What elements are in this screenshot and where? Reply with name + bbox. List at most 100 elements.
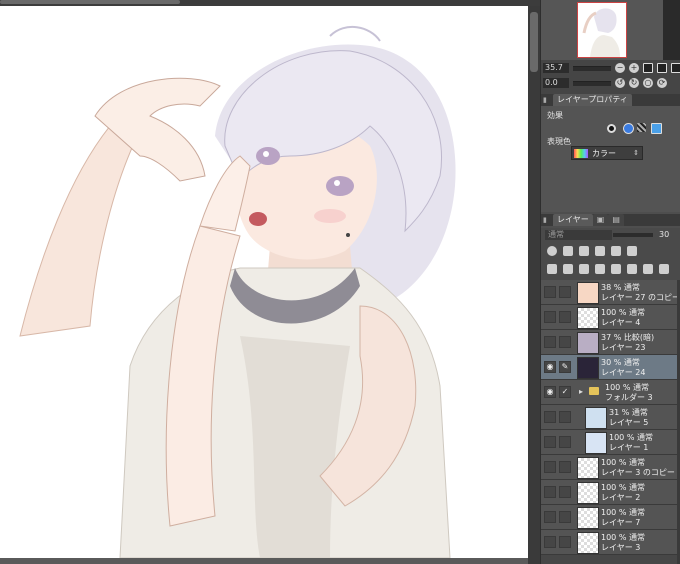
edit-lock-icon[interactable] xyxy=(559,511,571,523)
new-folder-icon[interactable] xyxy=(579,264,589,274)
folder-icon xyxy=(589,387,599,395)
draft-icon[interactable] xyxy=(627,246,637,256)
layer-list: 38 % 通常 レイヤー 27 のコピー 100 % 通常 レイヤー 4 37 … xyxy=(541,280,680,564)
new-raster-layer-icon[interactable] xyxy=(547,264,557,274)
tab-other-2[interactable]: ▤ xyxy=(608,214,624,226)
layer-toolbar: 通常 30 xyxy=(541,228,680,280)
effect-tone-icon[interactable] xyxy=(637,123,646,132)
reference-icon[interactable] xyxy=(579,246,589,256)
navigator-thumbnail[interactable] xyxy=(577,2,627,58)
lock-icon[interactable] xyxy=(595,246,605,256)
rotate-right-icon[interactable]: ↻ xyxy=(629,78,639,88)
new-vector-layer-icon[interactable] xyxy=(563,264,573,274)
layer-row[interactable]: 100 % 通常 レイヤー 3 のコピー 2 xyxy=(541,455,680,480)
edit-lock-icon[interactable] xyxy=(559,311,571,323)
navigator-preview-image xyxy=(578,3,626,57)
edit-lock-icon[interactable] xyxy=(559,436,571,448)
layer-name: レイヤー 3 xyxy=(601,543,641,552)
artwork-canvas[interactable] xyxy=(0,6,528,558)
visibility-toggle-icon[interactable] xyxy=(544,286,556,298)
clip-icon[interactable] xyxy=(563,246,573,256)
opacity-slider[interactable] xyxy=(613,233,653,237)
expression-color-dropdown[interactable]: カラー ⇕ xyxy=(571,146,643,160)
mask-icon[interactable] xyxy=(547,246,557,256)
layer-name: レイヤー 24 xyxy=(601,368,646,377)
effect-label: 効果 xyxy=(547,111,563,120)
reset-rotation-icon[interactable]: ○ xyxy=(643,78,653,88)
layer-row[interactable]: 100 % 通常 レイヤー 2 xyxy=(541,480,680,505)
layer-row-selected[interactable]: ◉ ✎ 30 % 通常 レイヤー 24 xyxy=(541,355,680,380)
edit-lock-icon[interactable] xyxy=(559,536,571,548)
layer-name: レイヤー 3 のコピー 2 xyxy=(601,468,680,477)
fit-window-icon[interactable] xyxy=(643,63,653,73)
layer-row[interactable]: 100 % 通常 レイヤー 4 xyxy=(541,305,680,330)
zoom-value[interactable]: 35.7 xyxy=(543,63,569,73)
folder-row[interactable]: ◉ ✓ ▸ 100 % 通常 フォルダー 3 xyxy=(541,380,680,405)
layer-property-panel: 効果 表現色 カラー ⇕ xyxy=(541,106,680,212)
effect-color-icon[interactable] xyxy=(623,123,634,134)
edit-lock-icon[interactable] xyxy=(559,461,571,473)
mask-apply-icon[interactable] xyxy=(643,264,653,274)
folder-expand-icon[interactable]: ▸ xyxy=(579,387,583,396)
layer-row[interactable]: 100 % 通常 レイヤー 1 xyxy=(541,430,680,455)
panel-grip-icon[interactable]: ▮ xyxy=(543,216,551,224)
zoom-out-icon[interactable]: − xyxy=(615,63,625,73)
flip-horizontal-icon[interactable] xyxy=(657,63,667,73)
edit-lock-icon[interactable] xyxy=(559,411,571,423)
visibility-toggle-icon[interactable]: ◉ xyxy=(544,361,556,373)
layer-row[interactable]: 31 % 通常 レイヤー 5 xyxy=(541,405,680,430)
layer-row[interactable]: 100 % 通常 レイヤー 3 xyxy=(541,530,680,555)
layer-thumbnail xyxy=(577,507,599,529)
color-swatch-icon xyxy=(574,148,588,158)
edit-lock-icon[interactable] xyxy=(559,486,571,498)
blend-mode-dropdown[interactable]: 通常 xyxy=(545,230,612,240)
right-panel-dock: 35.7 − + 0.0 ↺ ↻ ○ ⟳ ▮ レイヤープロパティ 効果 表現色 xyxy=(540,0,680,564)
effect-layer-color-icon[interactable] xyxy=(651,123,662,134)
opacity-value[interactable]: 30 xyxy=(659,230,669,239)
edit-lock-icon[interactable] xyxy=(559,336,571,348)
lock-transparent-icon[interactable] xyxy=(611,246,621,256)
edit-lock-icon[interactable]: ✓ xyxy=(559,386,571,398)
edit-lock-icon[interactable]: ✎ xyxy=(559,361,571,373)
transfer-icon[interactable] xyxy=(595,264,605,274)
visibility-toggle-icon[interactable] xyxy=(544,461,556,473)
combine-icon[interactable] xyxy=(611,264,621,274)
layer-thumbnail xyxy=(577,307,599,329)
layer-thumbnail xyxy=(577,457,599,479)
horizontal-scroll-thumb[interactable] xyxy=(0,0,180,4)
layer-row[interactable]: 38 % 通常 レイヤー 27 のコピー xyxy=(541,280,680,305)
canvas-area[interactable] xyxy=(0,0,540,564)
rotate-left-icon[interactable]: ↺ xyxy=(615,78,625,88)
zoom-in-icon[interactable]: + xyxy=(629,63,639,73)
visibility-toggle-icon[interactable] xyxy=(544,336,556,348)
mask-add-icon[interactable] xyxy=(627,264,637,274)
tab-other-1[interactable]: ▣ xyxy=(592,214,609,226)
layer-name: レイヤー 5 xyxy=(609,418,649,427)
rotation-value[interactable]: 0.0 xyxy=(543,78,569,88)
tab-layer[interactable]: レイヤー xyxy=(553,214,593,226)
edit-lock-icon[interactable] xyxy=(559,286,571,298)
reset-view-icon[interactable]: ⟳ xyxy=(657,78,667,88)
effect-border-icon[interactable] xyxy=(607,124,616,133)
layer-thumbnail xyxy=(577,332,599,354)
visibility-toggle-icon[interactable] xyxy=(544,436,556,448)
tab-layer-property[interactable]: レイヤープロパティ xyxy=(553,94,632,106)
visibility-toggle-icon[interactable]: ◉ xyxy=(544,386,556,398)
layer-name: レイヤー 1 xyxy=(609,443,649,452)
visibility-toggle-icon[interactable] xyxy=(544,486,556,498)
visibility-toggle-icon[interactable] xyxy=(544,511,556,523)
visibility-toggle-icon[interactable] xyxy=(544,536,556,548)
layer-name: レイヤー 23 xyxy=(601,343,646,352)
layer-thumbnail xyxy=(585,432,607,454)
vertical-scroll-thumb[interactable] xyxy=(530,12,538,72)
visibility-toggle-icon[interactable] xyxy=(544,411,556,423)
layer-row[interactable]: 100 % 通常 レイヤー 7 xyxy=(541,505,680,530)
zoom-slider[interactable] xyxy=(573,65,611,71)
visibility-toggle-icon[interactable] xyxy=(544,311,556,323)
vertical-scrollbar[interactable] xyxy=(528,6,540,564)
rotation-slider[interactable] xyxy=(573,80,611,86)
delete-layer-icon[interactable] xyxy=(659,264,669,274)
flip-vertical-icon[interactable] xyxy=(671,63,680,73)
layer-row[interactable]: 37 % 比較(暗) レイヤー 23 xyxy=(541,330,680,355)
panel-grip-icon[interactable]: ▮ xyxy=(543,96,551,104)
